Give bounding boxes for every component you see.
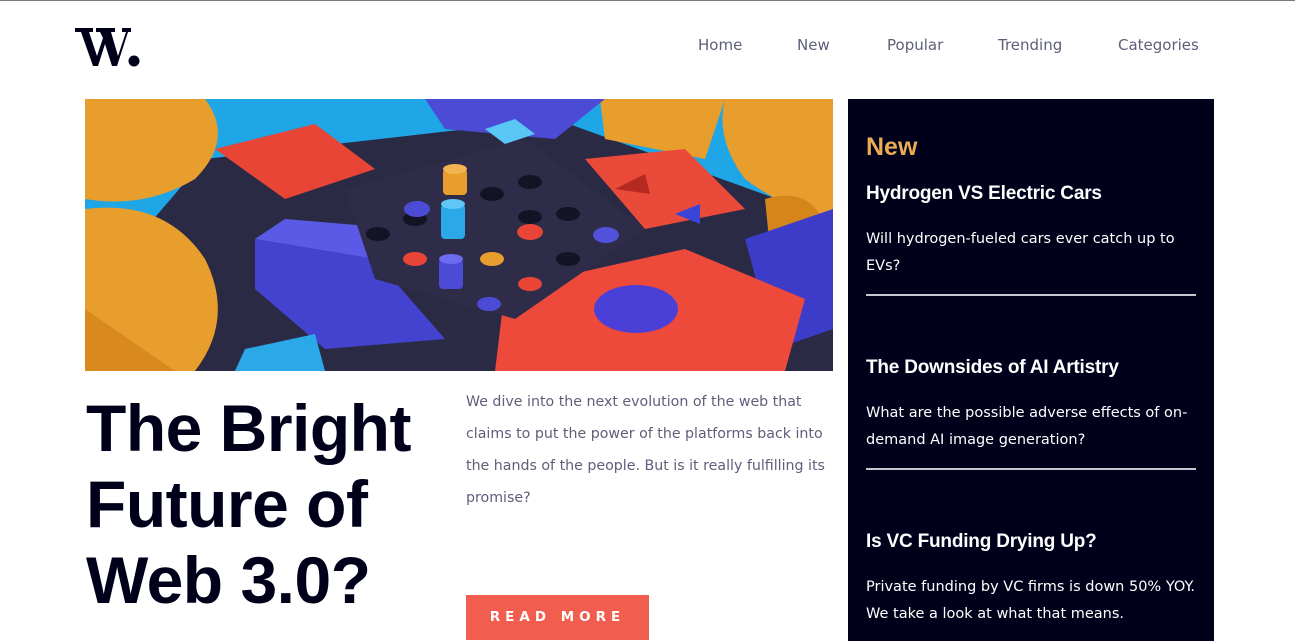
sidebar-article-title[interactable]: The Downsides of AI Artistry — [866, 356, 1196, 380]
sidebar-new: New Hydrogen VS Electric Cars Will hydro… — [848, 99, 1214, 641]
sidebar-article-title[interactable]: Hydrogen VS Electric Cars — [866, 182, 1196, 206]
nav-item-home[interactable]: Home — [698, 36, 742, 54]
sidebar-divider — [866, 468, 1196, 470]
sidebar-article-summary: What are the possible adverse effects of… — [866, 405, 1188, 448]
sidebar-article-summary: Will hydrogen-fueled cars ever catch up … — [866, 231, 1175, 274]
sidebar-divider — [866, 294, 1196, 296]
hero-image — [85, 99, 833, 371]
main-nav: Home New Popular Trending Categories — [0, 36, 1295, 58]
sidebar-article[interactable]: Hydrogen VS Electric Cars Will hydrogen-… — [866, 182, 1196, 280]
sidebar-article[interactable]: The Downsides of AI Artistry What are th… — [866, 356, 1196, 454]
sidebar-article-title[interactable]: Is VC Funding Drying Up? — [866, 530, 1196, 554]
hero-illustration — [85, 99, 833, 371]
sidebar-article[interactable]: Is VC Funding Drying Up? Private funding… — [866, 530, 1196, 628]
top-border — [0, 0, 1295, 1]
nav-item-categories[interactable]: Categories — [1118, 36, 1199, 54]
nav-item-new[interactable]: New — [797, 36, 830, 54]
sidebar-article-summary: Private funding by VC firms is down 50% … — [866, 579, 1196, 622]
nav-item-popular[interactable]: Popular — [887, 36, 943, 54]
read-more-button[interactable]: READ MORE — [466, 595, 649, 640]
page-title: The Bright Future of Web 3.0? — [86, 391, 411, 617]
sidebar-heading: New — [866, 133, 918, 161]
nav-item-trending[interactable]: Trending — [998, 36, 1062, 54]
article-description: We dive into the next evolution of the w… — [466, 394, 825, 506]
